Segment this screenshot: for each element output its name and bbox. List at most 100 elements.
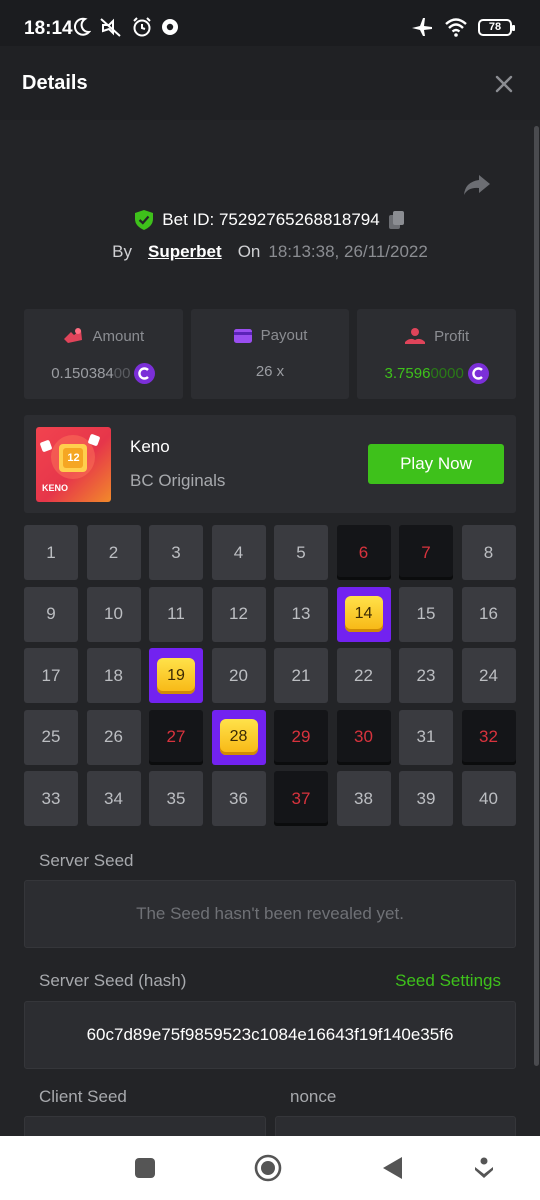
payout-label: Payout xyxy=(260,327,308,344)
keno-cell-number: 17 xyxy=(41,665,61,685)
keno-cell-number: 25 xyxy=(41,727,61,746)
keno-cell: 14 xyxy=(336,586,391,642)
nonce-field[interactable] xyxy=(275,1116,516,1136)
by-label: By xyxy=(112,242,132,261)
keno-cell-number: 39 xyxy=(416,788,436,808)
keno-cell-number: 33 xyxy=(41,788,61,808)
server-seed-field: The Seed hasn't been revealed yet. xyxy=(24,880,516,948)
keno-cell-number: 2 xyxy=(108,542,119,562)
keno-cell: 22 xyxy=(336,648,391,703)
airplane-icon xyxy=(412,18,432,36)
game-provider: BC Originals xyxy=(130,471,226,490)
bet-id-row: Bet ID: 75292765268818794 xyxy=(0,209,540,231)
status-bar: 18:14 78 xyxy=(0,0,540,46)
keno-cell-number: 35 xyxy=(166,788,186,808)
keno-cell-number: 29 xyxy=(291,727,311,746)
keno-cell: 30 xyxy=(336,709,391,765)
author-link[interactable]: Superbet xyxy=(148,242,222,262)
keno-thumb-number: 12 xyxy=(67,452,80,464)
keno-cell: 40 xyxy=(461,771,516,826)
client-seed-field[interactable] xyxy=(24,1116,266,1136)
keno-cell: 21 xyxy=(274,648,328,703)
mute-icon xyxy=(100,18,121,37)
keno-cell: 39 xyxy=(399,771,453,826)
server-hash-field[interactable]: 60c7d89e75f9859523c1084e16643f19f140e35f… xyxy=(24,1001,516,1069)
scrollbar[interactable] xyxy=(534,126,539,1066)
server-hash-label: Server Seed (hash) xyxy=(39,971,187,990)
keno-cell-number: 38 xyxy=(354,788,373,808)
close-icon[interactable] xyxy=(490,70,518,98)
page-title: Details xyxy=(22,72,88,94)
keno-cell-number: 13 xyxy=(291,604,311,623)
keno-cell: 35 xyxy=(149,771,203,826)
back-triangle-icon xyxy=(383,1157,402,1179)
server-hash-value: 60c7d89e75f9859523c1084e16643f19f140e35f… xyxy=(86,1025,454,1044)
keno-cell: 18 xyxy=(86,648,141,703)
keno-cell: 6 xyxy=(336,525,391,580)
wifi-icon xyxy=(445,18,467,37)
game-title: Keno xyxy=(130,437,170,456)
moon-icon xyxy=(74,17,91,36)
keno-cell-number: 16 xyxy=(479,604,498,623)
status-time: 18:14 xyxy=(24,18,73,39)
amount-value: 0.150384 xyxy=(51,365,114,382)
keno-cell: 1 xyxy=(24,525,78,580)
keno-cell-number: 34 xyxy=(104,788,123,808)
keno-cell: 7 xyxy=(399,525,453,580)
payout-value: 26 x xyxy=(255,363,285,380)
home-button[interactable] xyxy=(254,1154,282,1182)
keno-cell-number: 5 xyxy=(296,542,306,562)
profit-card: Profit 3.75960000 xyxy=(357,309,517,399)
keno-cell: 2 xyxy=(86,525,141,580)
bet-datetime: 18:13:38, 26/11/2022 xyxy=(268,242,428,261)
keno-cell-number: 14 xyxy=(354,605,373,622)
keno-cell-number: 10 xyxy=(104,604,123,623)
keno-cell: 4 xyxy=(211,525,266,580)
keno-cell: 9 xyxy=(24,586,78,642)
keno-cell-number: 7 xyxy=(421,542,431,562)
keno-cell-number: 11 xyxy=(167,604,185,623)
amount-value-trail: 00 xyxy=(113,365,131,382)
bcd-coin-icon xyxy=(134,363,156,384)
wallet-icon xyxy=(233,328,252,343)
recents-button[interactable] xyxy=(131,1154,159,1182)
copy-icon[interactable] xyxy=(388,210,406,230)
seed-settings-link[interactable]: Seed Settings xyxy=(395,971,501,991)
keno-cell: 11 xyxy=(149,586,203,642)
nonce-label: nonce xyxy=(290,1087,337,1106)
back-button[interactable] xyxy=(378,1154,406,1182)
keno-cell: 29 xyxy=(274,709,328,765)
stats-row: Amount 0.15038400 Payout 26 x Profit 3.7… xyxy=(24,309,517,399)
details-content[interactable]: Bet ID: 75292765268818794 By Superbet On… xyxy=(0,120,540,1136)
keno-cell: 32 xyxy=(461,709,516,765)
keno-cell: 33 xyxy=(24,771,78,826)
keno-cell-number: 23 xyxy=(416,665,436,685)
keno-cell: 17 xyxy=(24,648,78,703)
keno-thumbnail[interactable]: 12 KENO xyxy=(36,427,111,502)
keno-cell: 20 xyxy=(211,648,266,703)
amount-card: Amount 0.15038400 xyxy=(24,309,183,399)
keno-cell-number: 24 xyxy=(479,665,498,685)
play-now-button[interactable]: Play Now xyxy=(368,444,504,484)
verified-shield-icon xyxy=(135,210,154,230)
keno-cell: 5 xyxy=(274,525,328,580)
battery-icon: 78 xyxy=(478,18,515,36)
keno-cell-number: 30 xyxy=(354,727,373,746)
keno-cell: 31 xyxy=(399,709,453,765)
keno-grid: 1 2 3 4 5 6 7 8 9 10 11 12 13 14 15 16 17 18 19 20 21 22 23 24 2… xyxy=(24,525,516,826)
home-circle-icon xyxy=(254,1154,282,1182)
share-icon[interactable] xyxy=(462,172,492,198)
gem-icon: 14 xyxy=(344,596,383,632)
status-icons-right: 78 xyxy=(410,16,515,38)
keno-cell-number: 4 xyxy=(233,542,244,562)
keno-cell-number: 21 xyxy=(291,665,311,685)
game-card: 12 KENO Keno BC Originals Play Now xyxy=(24,415,516,513)
gem-icon: 19 xyxy=(157,657,195,694)
keno-cell-number: 1 xyxy=(46,542,56,562)
keno-cell: 13 xyxy=(274,586,328,642)
amount-icon xyxy=(64,328,83,343)
assistant-button[interactable] xyxy=(470,1154,498,1182)
keno-cell: 8 xyxy=(461,525,516,580)
on-label: On xyxy=(237,242,261,261)
keno-cell: 15 xyxy=(399,586,453,642)
